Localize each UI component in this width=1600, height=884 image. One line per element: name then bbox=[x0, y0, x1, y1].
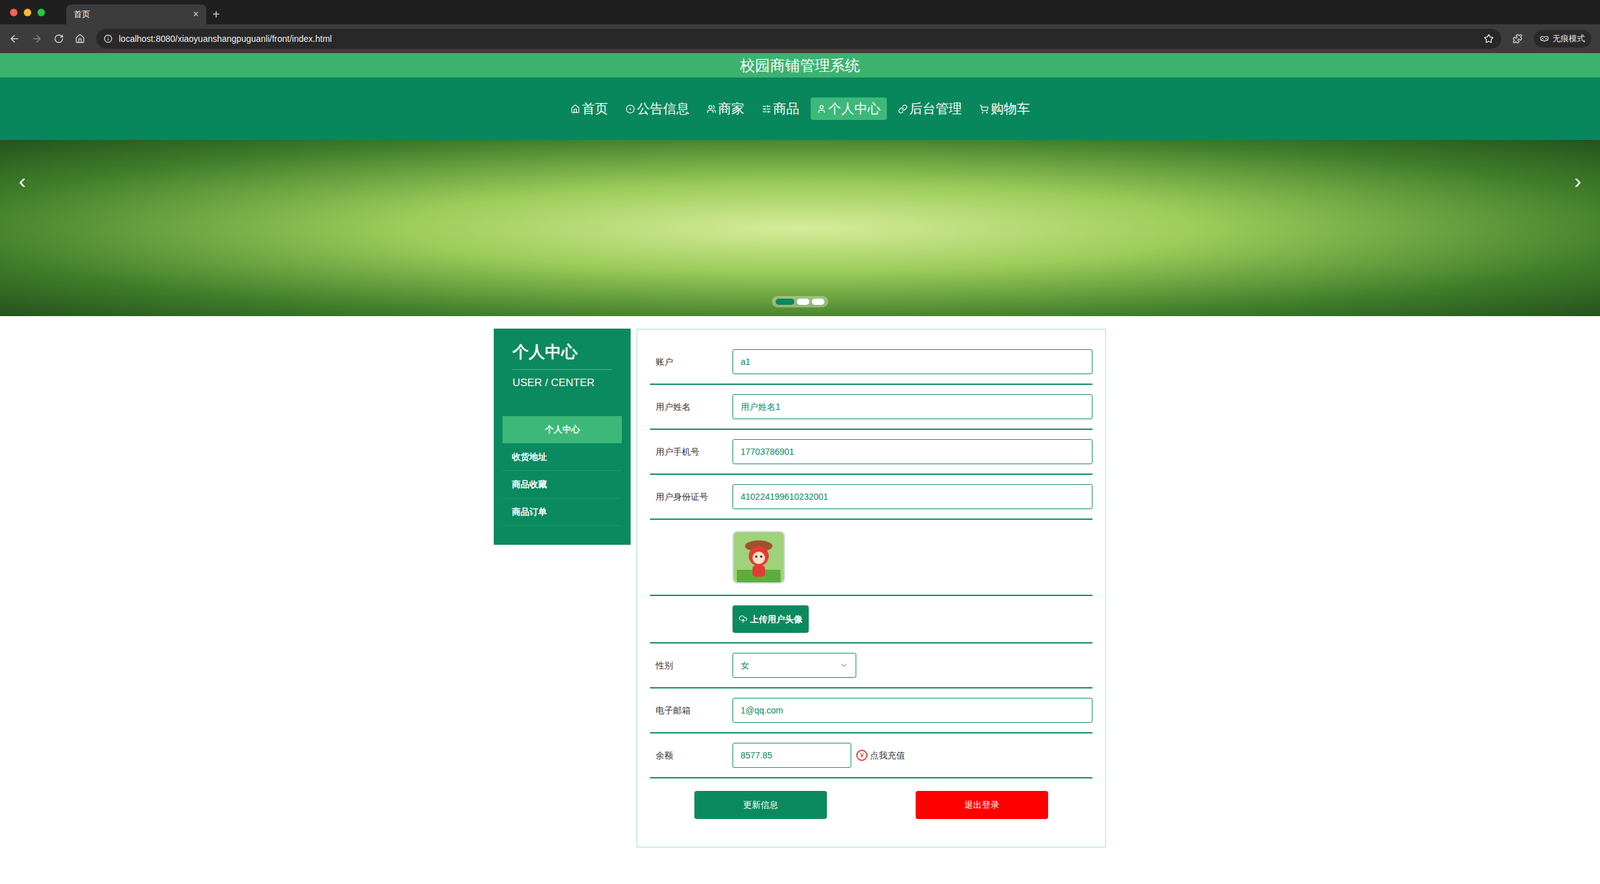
gender-select[interactable]: 女 bbox=[732, 653, 857, 679]
field-label: 用户姓名 bbox=[650, 400, 733, 414]
text-input[interactable]: 410224199610232001 bbox=[732, 484, 1093, 510]
sidebar-item[interactable]: 商品订单 bbox=[502, 498, 622, 527]
avatar-image bbox=[732, 531, 785, 584]
form-row: 余额8577.85 ¥点我充值 bbox=[650, 733, 1093, 779]
form-row: 用户姓名用户姓名1 bbox=[650, 385, 1093, 430]
site-title-bar: 校园商铺管理系统 bbox=[0, 53, 1600, 78]
nav-item[interactable]: 公告信息 bbox=[619, 97, 696, 120]
form-row: 电子邮箱1@qq.com bbox=[650, 688, 1093, 734]
nav-icon bbox=[898, 104, 908, 114]
cloud-upload-icon bbox=[738, 615, 748, 624]
form-row: 性别女 bbox=[650, 643, 1093, 689]
text-input[interactable]: 17703786901 bbox=[732, 439, 1093, 465]
form-button[interactable]: 退出登录 bbox=[915, 791, 1049, 820]
browser-tab-bar: 首页×+ bbox=[0, 0, 1600, 25]
minimize-window-dot[interactable] bbox=[23, 8, 32, 17]
extensions-icon[interactable] bbox=[1512, 33, 1523, 44]
browser-tab[interactable]: 首页× bbox=[66, 4, 207, 25]
form-row: 上传用户头像 bbox=[650, 596, 1093, 644]
nav-item[interactable]: 购物车 bbox=[973, 97, 1037, 120]
field-label: 余额 bbox=[650, 749, 733, 763]
reload-icon[interactable] bbox=[53, 33, 64, 44]
new-tab-button[interactable]: + bbox=[212, 4, 220, 25]
form-row: 用户身份证号410224199610232001 bbox=[650, 475, 1093, 520]
banner-dot[interactable] bbox=[796, 298, 810, 305]
tab-close-button[interactable]: × bbox=[193, 6, 199, 22]
field-label: 电子邮箱 bbox=[650, 704, 733, 718]
content: 个人中心USER / CENTER个人中心收货地址商品收藏商品订单账户a1用户姓… bbox=[493, 328, 1107, 849]
sidebar-subtitle: USER / CENTER bbox=[512, 375, 612, 392]
sidebar-item[interactable]: 收货地址 bbox=[502, 443, 622, 472]
close-window-dot[interactable] bbox=[10, 8, 18, 17]
maximize-window-dot[interactable] bbox=[37, 8, 45, 17]
forward-icon[interactable] bbox=[31, 33, 43, 45]
nav-icon bbox=[816, 104, 827, 114]
banner-dot[interactable] bbox=[811, 298, 825, 305]
nav-item[interactable]: 商品 bbox=[755, 97, 806, 120]
banner: ‹› bbox=[0, 140, 1600, 317]
field-label: 账户 bbox=[650, 355, 733, 369]
form-row: 用户手机号17703786901 bbox=[650, 430, 1093, 475]
screen: 首页×+localhost:8080/xiaoyuanshangpuguanli… bbox=[0, 0, 1600, 884]
home-icon[interactable] bbox=[75, 33, 85, 44]
text-input[interactable]: a1 bbox=[732, 349, 1093, 375]
nav-icon bbox=[979, 104, 989, 114]
nav-item[interactable]: 后台管理 bbox=[891, 97, 969, 120]
banner-dots bbox=[771, 296, 829, 308]
yuan-icon: ¥ bbox=[856, 750, 868, 762]
incognito-icon bbox=[1540, 34, 1549, 44]
form-row: 账户a1 bbox=[650, 340, 1093, 385]
recharge-link[interactable]: ¥点我充值 bbox=[856, 749, 905, 763]
profile-form: 账户a1用户姓名用户姓名1用户手机号17703786901用户身份证号41022… bbox=[636, 328, 1107, 849]
field-label: 用户身份证号 bbox=[650, 490, 733, 504]
text-input[interactable]: 用户姓名1 bbox=[732, 394, 1093, 420]
balance-input[interactable]: 8577.85 bbox=[732, 743, 852, 769]
sidebar-item[interactable]: 商品收藏 bbox=[502, 471, 622, 499]
upload-avatar-button[interactable]: 上传用户头像 bbox=[732, 605, 809, 634]
sidebar-item[interactable]: 个人中心 bbox=[502, 416, 622, 444]
address-bar[interactable]: localhost:8080/xiaoyuanshangpuguanli/fro… bbox=[96, 28, 1502, 49]
form-button[interactable]: 更新信息 bbox=[694, 791, 827, 820]
main-nav: 首页公告信息商家商品个人中心后台管理购物车 bbox=[0, 77, 1600, 140]
banner-dot[interactable] bbox=[775, 298, 795, 305]
nav-item[interactable]: 个人中心 bbox=[810, 97, 887, 120]
avatar-character-icon bbox=[736, 536, 781, 583]
text-input[interactable]: 1@qq.com bbox=[732, 698, 1093, 724]
nav-item[interactable]: 商家 bbox=[700, 97, 751, 120]
incognito-badge[interactable]: 无痕模式 bbox=[1533, 30, 1592, 48]
chevron-down-icon bbox=[839, 661, 849, 670]
sidebar-title: 个人中心 bbox=[512, 340, 612, 370]
bookmark-star-icon[interactable] bbox=[1483, 33, 1494, 44]
back-icon[interactable] bbox=[8, 33, 20, 45]
banner-prev-button[interactable]: ‹ bbox=[18, 165, 26, 197]
field-label: 性别 bbox=[650, 659, 733, 673]
page: 校园商铺管理系统首页公告信息商家商品个人中心后台管理购物车‹›个人中心USER … bbox=[0, 53, 1600, 884]
field-label: 用户手机号 bbox=[650, 445, 733, 459]
nav-icon bbox=[761, 104, 772, 114]
form-row bbox=[650, 520, 1093, 597]
nav-icon bbox=[570, 104, 580, 114]
user-sidebar: 个人中心USER / CENTER个人中心收货地址商品收藏商品订单 bbox=[493, 328, 631, 545]
form-actions: 更新信息 退出登录 bbox=[650, 791, 1093, 820]
nav-icon bbox=[706, 104, 717, 114]
nav-item[interactable]: 首页 bbox=[564, 97, 615, 120]
browser-toolbar: localhost:8080/xiaoyuanshangpuguanli/fro… bbox=[0, 24, 1600, 54]
banner-next-button[interactable]: › bbox=[1574, 165, 1582, 197]
nav-icon bbox=[625, 104, 635, 114]
site-info-icon[interactable] bbox=[103, 34, 113, 44]
